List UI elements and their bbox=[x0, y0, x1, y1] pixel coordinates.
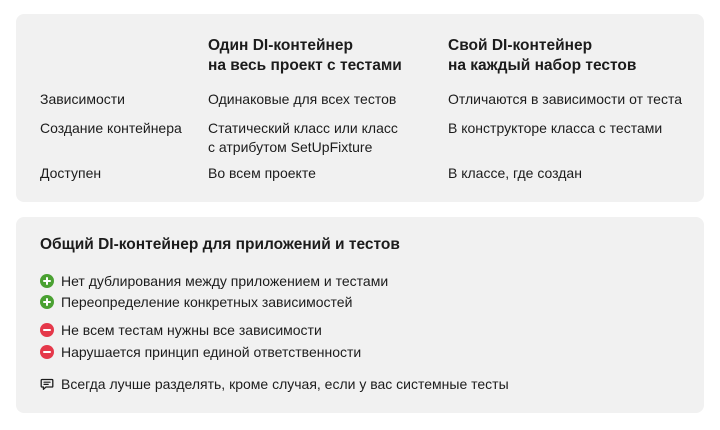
row-label-creation: Создание контейнера bbox=[40, 120, 182, 136]
column-header-per-suite-container: Свой DI-контейнер на каждый набор тестов bbox=[448, 37, 637, 74]
row-label-availability: Доступен bbox=[40, 165, 102, 181]
con-text: Нарушается принцип единой ответственност… bbox=[61, 344, 362, 360]
row-label-dependencies: Зависимости bbox=[40, 91, 125, 107]
cell-creation-per-suite: В конструкторе класса с тестами bbox=[448, 120, 663, 136]
con-text: Не всем тестам нужны все зависимости bbox=[61, 322, 322, 338]
minus-circle-icon bbox=[40, 345, 54, 359]
tip-text: Всегда лучше разделять, кроме случая, ес… bbox=[61, 376, 509, 392]
pro-text: Переопределение конкретных зависимостей bbox=[61, 294, 353, 310]
notes-title: Общий DI-контейнер для приложений и тест… bbox=[40, 236, 400, 253]
notes-panel: Общий DI-контейнер для приложений и тест… bbox=[16, 217, 704, 413]
minus-circle-icon bbox=[40, 323, 54, 337]
cell-dependencies-per-suite: Отличаются в зависимости от теста bbox=[448, 91, 682, 107]
comparison-table: Один DI-контейнер на весь проект с теста… bbox=[16, 14, 704, 202]
column-header-shared-container: Один DI-контейнер на весь проект с теста… bbox=[208, 37, 402, 74]
pro-item: Переопределение конкретных зависимостей bbox=[40, 292, 352, 312]
cell-creation-shared: Статический класс или класс с атрибутом … bbox=[208, 120, 398, 155]
chat-bubble-icon bbox=[40, 378, 54, 390]
pro-item: Нет дублирования между приложением и тес… bbox=[40, 271, 388, 291]
cell-availability-per-suite: В классе, где создан bbox=[448, 165, 582, 181]
cell-dependencies-shared: Одинаковые для всех тестов bbox=[208, 91, 397, 107]
plus-circle-icon bbox=[40, 274, 54, 288]
pro-text: Нет дублирования между приложением и тес… bbox=[61, 273, 389, 289]
plus-circle-icon bbox=[40, 295, 54, 309]
con-item: Нарушается принцип единой ответственност… bbox=[40, 342, 361, 362]
cell-availability-shared: Во всем проекте bbox=[208, 165, 316, 181]
con-item: Не всем тестам нужны все зависимости bbox=[40, 320, 322, 340]
tip-item: Всегда лучше разделять, кроме случая, ес… bbox=[40, 374, 509, 394]
